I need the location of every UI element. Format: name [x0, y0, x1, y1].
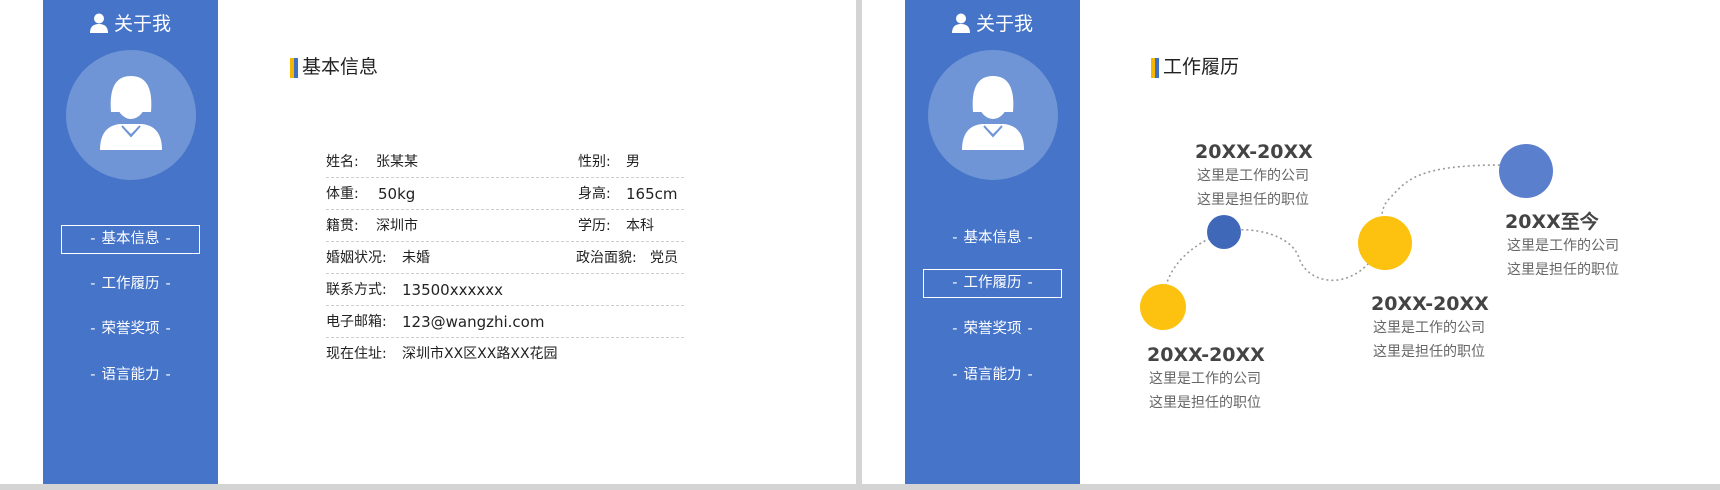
- info-label: 姓名:: [326, 154, 359, 170]
- timeline-company: 这里是工作的公司: [1149, 371, 1261, 387]
- info-value: 未婚: [402, 250, 430, 266]
- info-label: 身高:: [578, 186, 611, 202]
- info-label: 籍贯:: [326, 218, 359, 234]
- info-label: 政治面貌:: [576, 250, 637, 266]
- slide-basic-info: 关于我 - 基本信息 - - 工作履历 - - 荣誉奖项 - - 语言能力 - 基本信息 姓名:…: [0, 0, 856, 484]
- timeline-year: 20XX至今: [1505, 211, 1599, 233]
- sidebar-title-text: 关于我: [113, 13, 171, 35]
- info-row: 电子邮箱: 123@wangzhi.com: [326, 306, 684, 338]
- info-label: 联系方式:: [326, 282, 387, 298]
- info-value: 13500xxxxxx: [402, 281, 503, 299]
- timeline-year: 20XX-20XX: [1371, 293, 1489, 315]
- info-value: 党员: [650, 250, 678, 266]
- info-label: 婚姻状况:: [326, 250, 387, 266]
- timeline-dot: [1207, 215, 1241, 249]
- nav-item-languages[interactable]: - 语言能力 -: [61, 362, 200, 391]
- info-label: 现在住址:: [326, 346, 387, 362]
- info-label: 学历:: [578, 218, 611, 234]
- timeline-year: 20XX-20XX: [1195, 141, 1313, 163]
- info-label: 性别:: [578, 154, 611, 170]
- timeline-year: 20XX-20XX: [1147, 344, 1265, 366]
- timeline-dot: [1499, 144, 1553, 198]
- info-value: 123@wangzhi.com: [402, 313, 545, 331]
- avatar: [66, 50, 196, 180]
- nav-item-work-history[interactable]: - 工作履历 -: [61, 271, 200, 300]
- info-value: 50kg: [378, 185, 416, 203]
- nav-item-honors[interactable]: - 荣誉奖项 -: [61, 316, 200, 345]
- timeline-dot: [1140, 284, 1186, 330]
- info-value: 深圳市: [376, 218, 418, 234]
- timeline-dot: [1358, 216, 1412, 270]
- timeline-company: 这里是工作的公司: [1373, 320, 1485, 336]
- info-label: 电子邮箱:: [326, 314, 387, 330]
- info-value: 张某某: [376, 154, 418, 170]
- info-row: 婚姻状况: 未婚 政治面貌: 党员: [326, 242, 684, 274]
- sidebar: 关于我 - 基本信息 - - 工作履历 - - 荣誉奖项 - - 语言能力 -: [43, 0, 218, 484]
- info-value: 深圳市XX区XX路XX花园: [402, 346, 558, 362]
- info-row: 体重: 50kg 身高: 165cm: [326, 178, 684, 210]
- slide-work-history: 关于我 - 基本信息 - - 工作履历 - - 荣誉奖项 - - 语言能力 - 工作履历 20X…: [862, 0, 1720, 484]
- timeline-position: 这里是担任的职位: [1373, 344, 1485, 360]
- sidebar-title: 关于我: [43, 10, 218, 38]
- timeline-company: 这里是工作的公司: [1197, 168, 1309, 184]
- timeline-position: 这里是担任的职位: [1149, 395, 1261, 411]
- info-value: 本科: [626, 218, 654, 234]
- timeline-position: 这里是担任的职位: [1507, 262, 1619, 278]
- person-icon: [89, 13, 108, 33]
- info-value: 男: [626, 154, 640, 170]
- info-row: 籍贯: 深圳市 学历: 本科: [326, 210, 684, 242]
- info-row: 姓名: 张某某 性别: 男: [326, 146, 684, 178]
- info-row: 现在住址: 深圳市XX区XX路XX花园: [326, 338, 684, 370]
- info-label: 体重:: [326, 186, 359, 202]
- timeline-position: 这里是担任的职位: [1197, 192, 1309, 208]
- section-title: 基本信息: [302, 56, 379, 78]
- info-row: 联系方式: 13500xxxxxx: [326, 274, 684, 306]
- info-value: 165cm: [626, 185, 678, 203]
- nav-item-basic-info[interactable]: - 基本信息 -: [61, 225, 200, 254]
- section-accent-bar: [290, 58, 298, 78]
- female-avatar-icon: [100, 76, 162, 150]
- timeline-company: 这里是工作的公司: [1507, 238, 1619, 254]
